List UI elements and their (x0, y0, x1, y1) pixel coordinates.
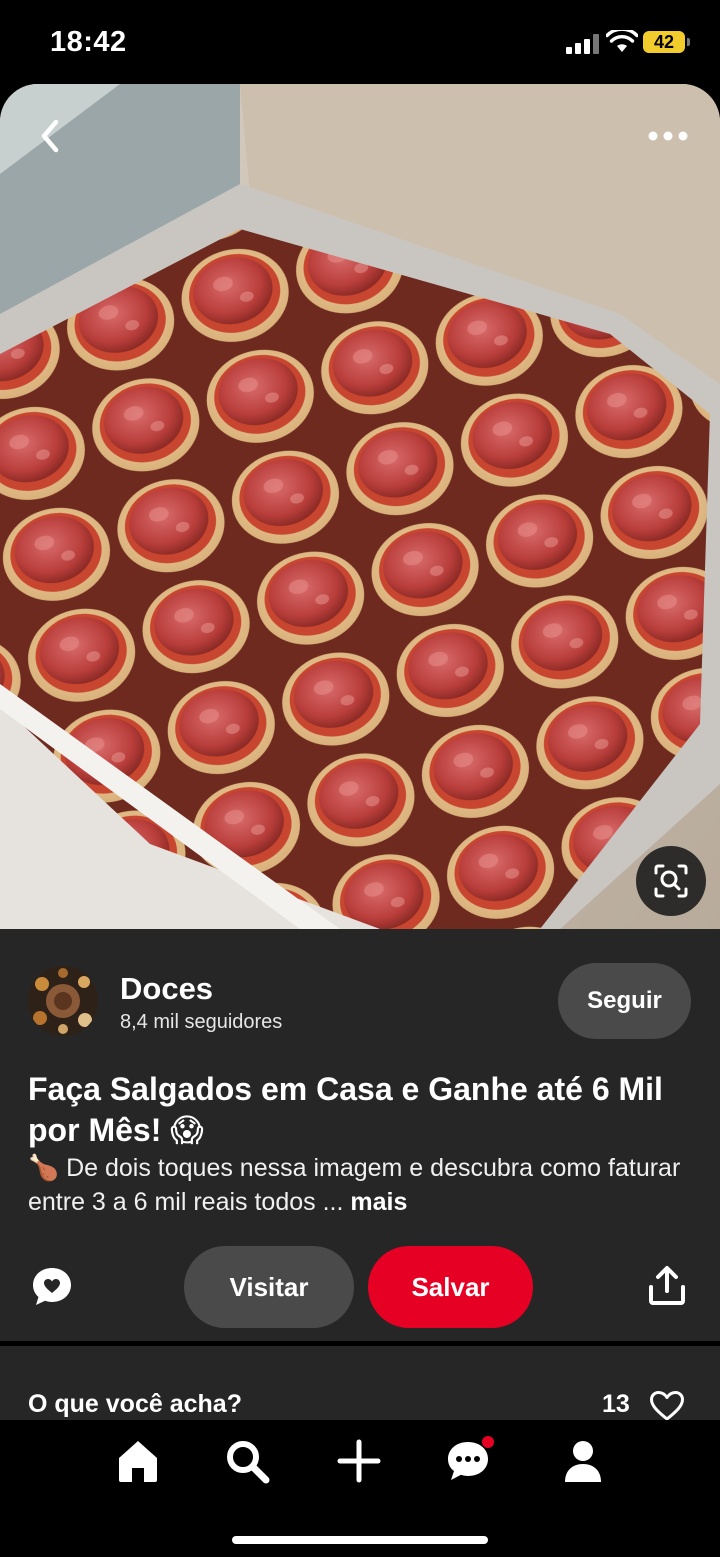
messages-tab[interactable] (444, 1436, 494, 1486)
reaction-count: 13 (602, 1390, 630, 1418)
plus-icon[interactable] (334, 1436, 384, 1486)
status-time: 18:42 (50, 26, 127, 58)
wifi-icon (606, 30, 638, 52)
follow-button[interactable]: Seguir (558, 963, 691, 1039)
home-icon[interactable] (113, 1436, 163, 1486)
pin-image[interactable] (0, 84, 720, 929)
author-avatar[interactable] (28, 966, 98, 1036)
visit-button[interactable]: Visitar (184, 1246, 354, 1328)
status-bar: 18:42 42 (0, 0, 720, 84)
pin-title: Faça Salgados em Casa e Ganhe até 6 Mil … (28, 1071, 663, 1148)
more-link[interactable]: mais (350, 1188, 407, 1216)
comments-prompt[interactable]: O que você acha? (28, 1390, 242, 1419)
bottom-navigation (0, 1420, 720, 1557)
notification-dot (482, 1436, 494, 1448)
visual-search-button[interactable] (636, 846, 706, 916)
avatar-image (28, 966, 98, 1036)
visual-search-icon (654, 864, 688, 898)
battery-indicator: 42 (643, 31, 690, 53)
cellular-signal-icon (566, 34, 600, 54)
home-indicator (232, 1536, 488, 1544)
author-name[interactable]: Doces (120, 971, 213, 1007)
mini-pizzas-photo (0, 84, 720, 929)
save-button[interactable]: Salvar (368, 1246, 533, 1328)
pin-description: 🍗 De dois toques nessa imagem e descubra… (28, 1151, 698, 1219)
share-icon[interactable] (646, 1265, 688, 1307)
follower-count: 8,4 mil seguidores (120, 1011, 283, 1033)
more-options-icon[interactable] (646, 124, 690, 148)
back-chevron-icon[interactable] (32, 116, 72, 156)
comment-bubble-icon[interactable] (30, 1265, 74, 1309)
heart-outline-icon[interactable] (649, 1390, 685, 1422)
profile-icon[interactable] (558, 1436, 608, 1486)
search-icon[interactable] (222, 1436, 272, 1486)
pin-details: Doces 8,4 mil seguidores Seguir Faça Sal… (0, 929, 720, 1341)
comments-section[interactable]: O que você acha? 13 (0, 1346, 720, 1422)
